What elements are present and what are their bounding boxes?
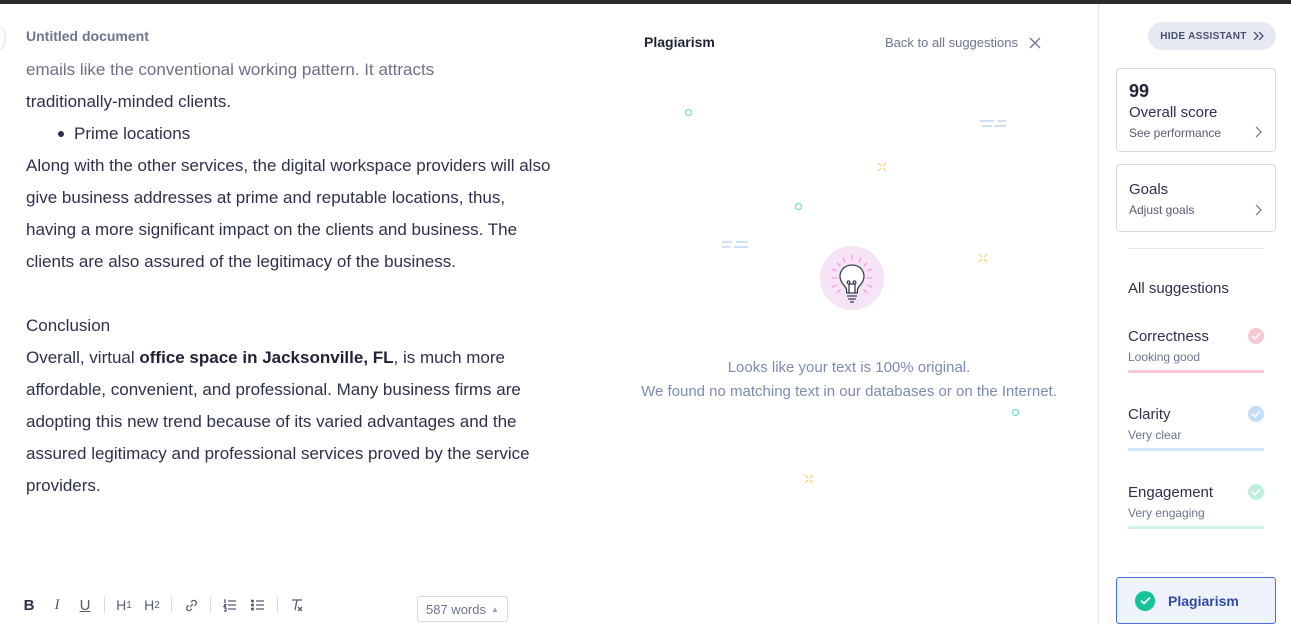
section-heading: Conclusion: [26, 316, 111, 335]
document-body[interactable]: emails like the conventional working pat…: [26, 54, 556, 502]
paragraph-line: traditionally-minded clients.: [26, 92, 232, 111]
bulleted-list-icon: [250, 599, 264, 611]
double-chevron-right-icon: [1253, 31, 1264, 41]
confetti-spark-icon: [877, 162, 887, 172]
document-title[interactable]: Untitled document: [26, 28, 149, 44]
toolbar-divider: [171, 597, 172, 613]
heading2-letter: H: [144, 597, 155, 613]
paragraph: Along with the other services, the digit…: [26, 156, 551, 271]
heading1-letter: H: [116, 597, 127, 613]
bullet-dot: [58, 131, 64, 137]
goals-label: Goals: [1129, 181, 1169, 198]
word-count-label: 587 words: [426, 601, 486, 617]
paragraph-text: , is much more affordable, convenient, a…: [26, 348, 530, 495]
category-status: Very clear: [1128, 428, 1182, 442]
all-suggestions-link[interactable]: All suggestions: [1128, 280, 1229, 297]
category-engagement[interactable]: Engagement Very engaging: [1128, 484, 1264, 536]
category-name: Clarity: [1128, 406, 1171, 423]
plagiarism-button[interactable]: Plagiarism: [1116, 577, 1276, 624]
hide-assistant-label: HIDE ASSISTANT: [1160, 30, 1247, 42]
category-bar: [1128, 370, 1264, 373]
word-count-button[interactable]: 587 words ▲: [417, 596, 508, 622]
section-divider: [1128, 248, 1264, 249]
toolbar-divider: [210, 597, 211, 613]
message-line: We found no matching text in our databas…: [641, 383, 1057, 400]
section-divider: [1128, 572, 1264, 573]
toolbar-divider: [104, 597, 105, 613]
confetti-dash-icon: [980, 120, 1006, 127]
bold-button[interactable]: B: [18, 593, 40, 617]
document-menu-handle[interactable]: [0, 24, 6, 52]
category-correctness[interactable]: Correctness Looking good: [1128, 328, 1264, 380]
check-icon: [1248, 328, 1264, 344]
score-label: Overall score: [1129, 104, 1218, 121]
back-link-label: Back to all suggestions: [885, 35, 1018, 50]
back-to-suggestions-link[interactable]: Back to all suggestions: [885, 35, 1042, 50]
confetti-ring-icon: [794, 202, 803, 211]
toolbar-divider: [277, 597, 278, 613]
overall-score-card[interactable]: 99 Overall score See performance: [1116, 68, 1276, 152]
plagiarism-button-label: Plagiarism: [1168, 592, 1239, 609]
goals-card[interactable]: Goals Adjust goals: [1116, 164, 1276, 232]
adjust-goals-link[interactable]: Adjust goals: [1129, 203, 1194, 217]
lightbulb-icon: [820, 246, 884, 310]
heading2-level: 2: [154, 599, 160, 611]
link-icon: [185, 599, 197, 611]
conclusion-paragraph: Overall, virtual office space in Jackson…: [26, 342, 556, 502]
category-bar: [1128, 526, 1264, 529]
underline-button[interactable]: U: [74, 593, 96, 617]
confetti-ring-icon: [1011, 408, 1020, 417]
message-line: Looks like your text is 100% original.: [727, 359, 971, 376]
bulleted-list-button[interactable]: [247, 593, 269, 617]
paragraph-text: Overall, virtual: [26, 348, 140, 367]
close-icon[interactable]: [1028, 36, 1042, 50]
panel-title: Plagiarism: [644, 34, 715, 50]
confetti-ring-icon: [684, 108, 693, 117]
plagiarism-panel: Plagiarism Back to all suggestions Looks…: [600, 4, 1098, 624]
numbered-list-icon: [222, 599, 236, 612]
editor-pane: Untitled document emails like the conven…: [0, 4, 600, 624]
italic-button[interactable]: I: [46, 593, 68, 617]
confetti-spark-icon: [978, 253, 988, 263]
link-button[interactable]: [180, 593, 202, 617]
numbered-list-button[interactable]: [219, 593, 241, 617]
confetti-dash-icon: [722, 241, 748, 248]
category-status: Very engaging: [1128, 506, 1205, 520]
hide-assistant-button[interactable]: HIDE ASSISTANT: [1148, 22, 1276, 50]
check-icon: [1248, 406, 1264, 422]
assistant-sidebar: HIDE ASSISTANT 99 Overall score See perf…: [1099, 4, 1291, 624]
heading2-button[interactable]: H2: [141, 593, 163, 617]
scroll-fade: [0, 50, 600, 68]
category-status: Looking good: [1128, 350, 1201, 364]
see-performance-link[interactable]: See performance: [1129, 126, 1221, 140]
caret-up-icon: ▲: [490, 604, 499, 614]
bold-keyword: office space in Jacksonville, FL: [139, 348, 394, 367]
check-circle-icon: [1135, 590, 1155, 611]
category-bar: [1128, 448, 1264, 451]
chevron-right-icon: [1255, 126, 1262, 138]
clear-formatting-icon: [292, 599, 303, 612]
clear-formatting-button[interactable]: [286, 593, 308, 617]
formatting-toolbar: B I U H1 H2: [18, 592, 314, 618]
bullet-text: Prime locations: [74, 124, 191, 143]
heading1-button[interactable]: H1: [113, 593, 135, 617]
chevron-right-icon: [1255, 204, 1262, 216]
category-name: Correctness: [1128, 328, 1209, 345]
score-value: 99: [1129, 81, 1150, 101]
originality-message: Looks like your text is 100% original. W…: [600, 356, 1098, 404]
category-name: Engagement: [1128, 484, 1214, 501]
category-clarity[interactable]: Clarity Very clear: [1128, 406, 1264, 458]
heading1-level: 1: [126, 599, 132, 611]
bullet-item: Prime locations: [26, 118, 556, 150]
confetti-spark-icon: [804, 474, 814, 484]
check-icon: [1248, 484, 1264, 500]
